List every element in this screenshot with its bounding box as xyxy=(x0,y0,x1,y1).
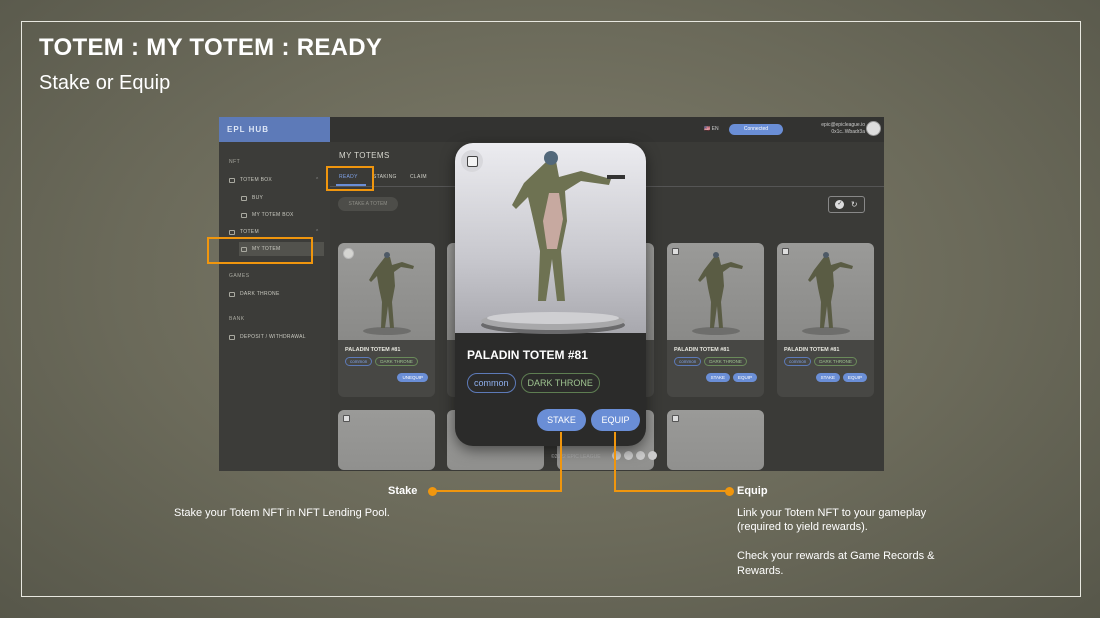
checkbox[interactable] xyxy=(343,248,354,259)
totem-card[interactable] xyxy=(338,410,435,470)
equip-label: Equip xyxy=(737,485,768,497)
totem-card[interactable]: PALADIN TOTEM #81 common DARK THRONE UNEQ… xyxy=(338,243,435,397)
shield-icon xyxy=(229,334,235,340)
equip-description-4: Rewards. xyxy=(737,565,784,577)
chevron-up-icon[interactable]: ⌃ xyxy=(315,229,319,235)
unequip-button[interactable]: UNEQUIP xyxy=(397,373,428,382)
discord-icon[interactable] xyxy=(648,451,657,460)
gamepad-icon xyxy=(229,291,235,297)
page-title: MY TOTEMS xyxy=(339,151,390,160)
paladin-figure xyxy=(362,252,414,335)
equip-dot xyxy=(725,487,734,496)
stake-button[interactable]: STAKE xyxy=(815,373,840,382)
avatar[interactable] xyxy=(866,121,881,136)
tag-common: common xyxy=(784,357,812,366)
refresh-icon[interactable]: ↻ xyxy=(851,200,858,209)
box-icon xyxy=(229,177,235,183)
box-icon xyxy=(241,212,247,218)
sidebar-item-totem-box[interactable]: TOTEM BOX xyxy=(229,177,272,183)
totem-image xyxy=(667,243,764,340)
totem-image xyxy=(667,410,764,470)
card-name: PALADIN TOTEM #81 xyxy=(784,347,840,353)
equip-description-1: Link your Totem NFT to your gameplay xyxy=(737,507,927,519)
user-info[interactable]: epic@epicleague.io 0x1c..Wbadr3a xyxy=(810,122,865,136)
stake-connector xyxy=(560,432,562,492)
stake-a-totem-button[interactable]: STAKE A TOTEM xyxy=(338,197,398,211)
tag-dark-throne: DARK THRONE xyxy=(704,357,747,366)
totem-name: PALADIN TOTEM #81 xyxy=(467,348,588,362)
my-totem-highlight xyxy=(207,237,313,264)
footer-copyright: ©2022 EPIC LEAGUE xyxy=(551,454,601,460)
sidebar-section-games: GAMES xyxy=(229,273,250,279)
sidebar-item-my-totem-box[interactable]: MY TOTEM BOX xyxy=(241,212,294,218)
slide-subtitle: Stake or Equip xyxy=(39,72,171,94)
totem-card[interactable] xyxy=(667,410,764,470)
equip-button[interactable]: EQUIP xyxy=(732,373,757,382)
stake-description: Stake your Totem NFT in NFT Lending Pool… xyxy=(174,507,390,519)
equip-button[interactable]: EQUIP xyxy=(842,373,867,382)
slide-title: TOTEM : MY TOTEM : READY xyxy=(39,34,383,61)
sidebar: EPL HUB NFT TOTEM BOX ⌃ BUY MY TOTEM BOX… xyxy=(219,117,330,471)
language-selector[interactable]: 🇺🇸 EN xyxy=(704,126,719,132)
totem-image xyxy=(338,243,435,340)
totem-detail-card: PALADIN TOTEM #81 common DARK THRONE STA… xyxy=(455,143,646,446)
tag-dark-throne: DARK THRONE xyxy=(814,357,857,366)
sidebar-item-deposit[interactable]: DEPOSIT / WITHDRAWAL xyxy=(229,334,306,340)
totem-card[interactable]: PALADIN TOTEM #81 common DARK THRONE STAK… xyxy=(777,243,874,397)
sidebar-section-bank: BANK xyxy=(229,316,245,322)
tag-dark-throne: DARK THRONE xyxy=(520,373,600,393)
totem-icon xyxy=(229,229,235,235)
tag-common: common xyxy=(345,357,373,366)
toolbar-icons: ✓ ↻ xyxy=(828,196,865,213)
checkbox[interactable] xyxy=(343,415,350,422)
card-name: PALADIN TOTEM #81 xyxy=(674,347,730,353)
tab-claim[interactable]: CLAIM xyxy=(410,174,427,180)
topbar: 🇺🇸 EN Connected epic@epicleague.io 0x1c.… xyxy=(330,117,884,142)
paladin-figure xyxy=(481,151,625,334)
checkbox[interactable] xyxy=(782,248,789,255)
stake-label: Stake xyxy=(388,485,418,497)
sidebar-section-nft: NFT xyxy=(229,159,241,165)
tag-common: common xyxy=(674,357,702,366)
stake-button[interactable]: STAKE xyxy=(537,409,586,431)
stake-dot xyxy=(428,487,437,496)
ready-tab-highlight xyxy=(326,166,374,191)
totem-image xyxy=(777,243,874,340)
stake-connector xyxy=(436,490,562,492)
equip-button[interactable]: EQUIP xyxy=(591,409,640,431)
tag-dark-throne: DARK THRONE xyxy=(375,357,418,366)
card-name: PALADIN TOTEM #81 xyxy=(345,347,401,353)
sidebar-item-totem[interactable]: TOTEM xyxy=(229,229,259,235)
totem-image xyxy=(338,410,435,470)
check-icon[interactable]: ✓ xyxy=(835,200,845,209)
checkbox[interactable] xyxy=(672,415,679,422)
equip-connector xyxy=(614,490,729,492)
stake-button[interactable]: STAKE xyxy=(705,373,730,382)
totem-image-large xyxy=(455,143,646,334)
equip-description-3: Check your rewards at Game Records & xyxy=(737,550,935,562)
checkbox[interactable] xyxy=(672,248,679,255)
tab-staking[interactable]: STAKING xyxy=(373,174,397,180)
sidebar-item-buy[interactable]: BUY xyxy=(241,195,263,201)
equip-description-2: (required to yield rewards). xyxy=(737,521,868,533)
connected-button[interactable]: Connected xyxy=(729,124,783,135)
totem-card[interactable]: PALADIN TOTEM #81 common DARK THRONE STAK… xyxy=(667,243,764,397)
equip-connector xyxy=(614,432,616,492)
paladin-figure xyxy=(691,252,743,335)
cart-icon xyxy=(241,195,247,201)
medium-icon[interactable] xyxy=(636,451,645,460)
app-logo[interactable]: EPL HUB xyxy=(219,117,330,142)
paladin-figure xyxy=(801,252,853,335)
chevron-up-icon[interactable]: ⌃ xyxy=(315,177,319,183)
telegram-icon[interactable] xyxy=(624,451,633,460)
sidebar-item-dark-throne[interactable]: DARK THRONE xyxy=(229,291,280,297)
tag-common: common xyxy=(467,373,516,393)
